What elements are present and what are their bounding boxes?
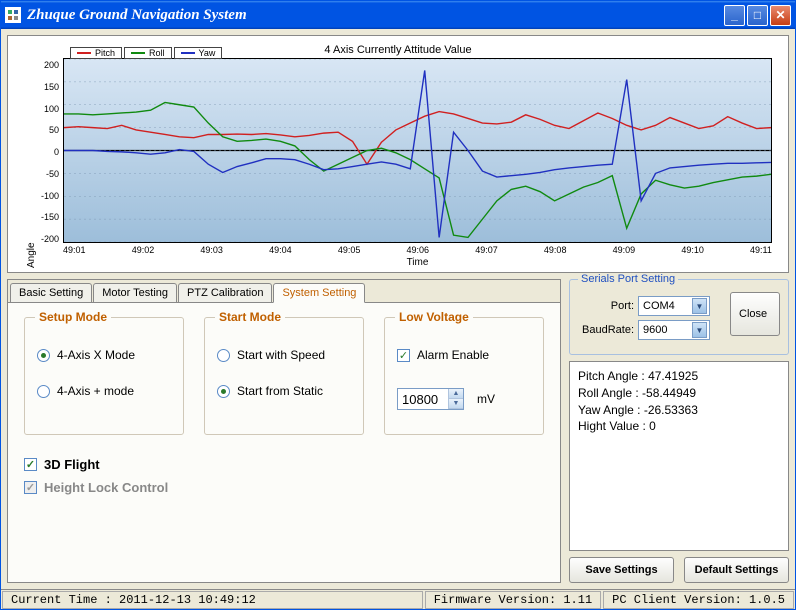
radio-label: Start with Speed bbox=[237, 348, 325, 362]
baud-value: 9600 bbox=[643, 324, 667, 336]
radio-icon[interactable] bbox=[37, 349, 50, 362]
tab-ptz-calibration[interactable]: PTZ Calibration bbox=[178, 283, 272, 302]
port-value: COM4 bbox=[643, 300, 675, 312]
pitch-value: 47.41925 bbox=[648, 369, 698, 383]
app-icon bbox=[5, 7, 21, 23]
chevron-down-icon[interactable]: ▼ bbox=[692, 322, 707, 338]
right-column: Serials Port Setting Port: COM4 ▼ BaudRa… bbox=[569, 279, 789, 583]
height-value: 0 bbox=[649, 419, 656, 433]
group-title: Start Mode bbox=[215, 310, 285, 324]
radio-icon[interactable] bbox=[217, 385, 230, 398]
legend-pitch: Pitch bbox=[70, 47, 122, 59]
roll-label: Roll Angle : bbox=[578, 386, 639, 400]
checkbox-label: Height Lock Control bbox=[44, 480, 168, 495]
checkbox-icon[interactable] bbox=[397, 349, 410, 362]
close-port-button[interactable]: Close bbox=[730, 292, 780, 336]
radio-start-static[interactable]: Start from Static bbox=[217, 384, 351, 398]
button-row: Save Settings Default Settings bbox=[569, 557, 789, 583]
radio-label: 4-Axis X Mode bbox=[57, 348, 135, 362]
radio-label: 4-Axis + mode bbox=[57, 384, 134, 398]
chart-xlabel: Time bbox=[63, 257, 772, 268]
roll-value: -58.44949 bbox=[642, 386, 696, 400]
telemetry-panel: Pitch Angle : 47.41925 Roll Angle : -58.… bbox=[569, 361, 789, 551]
radio-label: Start from Static bbox=[237, 384, 323, 398]
default-settings-button[interactable]: Default Settings bbox=[684, 557, 789, 583]
port-label: Port: bbox=[578, 300, 634, 312]
bottom-checks: 3D Flight Height Lock Control bbox=[24, 449, 544, 503]
spinner-buttons[interactable]: ▲▼ bbox=[448, 389, 463, 409]
tab-system-setting: Setup Mode 4-Axis X Mode 4-Axis + mode bbox=[8, 302, 560, 582]
height-label: Hight Value : bbox=[578, 419, 646, 433]
chevron-down-icon[interactable]: ▼ bbox=[692, 298, 707, 314]
save-settings-button[interactable]: Save Settings bbox=[569, 557, 674, 583]
tabs-panel: Basic SettingMotor TestingPTZ Calibratio… bbox=[7, 279, 561, 583]
checkbox-icon[interactable] bbox=[24, 458, 37, 471]
radio-icon[interactable] bbox=[217, 349, 230, 362]
group-title: Setup Mode bbox=[35, 310, 111, 324]
voltage-spinner[interactable]: ▲▼ bbox=[397, 388, 464, 410]
pitch-label: Pitch Angle : bbox=[578, 369, 645, 383]
tabstrip: Basic SettingMotor TestingPTZ Calibratio… bbox=[8, 280, 560, 302]
voltage-unit: mV bbox=[477, 392, 495, 406]
baud-label: BaudRate: bbox=[578, 324, 634, 336]
checkbox-label: 3D Flight bbox=[44, 457, 100, 472]
port-combo[interactable]: COM4 ▼ bbox=[638, 296, 710, 316]
low-voltage-group: Low Voltage Alarm Enable ▲▼ mV bbox=[384, 317, 544, 435]
chart-panel: 4 Axis Currently Attitude Value Angle 20… bbox=[7, 35, 789, 273]
app-window: Zhuque Ground Navigation System _ □ ✕ 4 … bbox=[0, 0, 796, 610]
yaw-value: -26.53363 bbox=[644, 403, 698, 417]
voltage-spinner-row: ▲▼ mV bbox=[397, 388, 531, 410]
radio-icon[interactable] bbox=[37, 385, 50, 398]
baud-combo[interactable]: 9600 ▼ bbox=[638, 320, 710, 340]
radio-4axis-plus[interactable]: 4-Axis + mode bbox=[37, 384, 171, 398]
radio-start-speed[interactable]: Start with Speed bbox=[217, 348, 351, 362]
client-area: 4 Axis Currently Attitude Value Angle 20… bbox=[1, 29, 795, 589]
chart-xticks: 49:0149:0249:0349:0449:0549:0649:0749:08… bbox=[63, 243, 772, 257]
yaw-label: Yaw Angle : bbox=[578, 403, 640, 417]
maximize-button[interactable]: □ bbox=[747, 5, 768, 26]
lower-panel: Basic SettingMotor TestingPTZ Calibratio… bbox=[7, 279, 789, 583]
setup-mode-group: Setup Mode 4-Axis X Mode 4-Axis + mode bbox=[24, 317, 184, 435]
chart-plot[interactable]: PitchRollYaw bbox=[63, 58, 772, 243]
group-title: Serials Port Setting bbox=[578, 273, 678, 285]
baud-row: BaudRate: 9600 ▼ bbox=[578, 320, 722, 340]
spin-down-icon[interactable]: ▼ bbox=[449, 399, 463, 409]
minimize-button[interactable]: _ bbox=[724, 5, 745, 26]
legend-roll: Roll bbox=[124, 47, 172, 59]
status-time: Current Time : 2011-12-13 10:49:12 bbox=[2, 591, 423, 609]
checkbox-icon[interactable] bbox=[24, 481, 37, 494]
radio-4axis-x[interactable]: 4-Axis X Mode bbox=[37, 348, 171, 362]
close-button[interactable]: ✕ bbox=[770, 5, 791, 26]
status-firmware: Firmware Version: 1.11 bbox=[425, 591, 601, 609]
legend-yaw: Yaw bbox=[174, 47, 223, 59]
port-row: Port: COM4 ▼ bbox=[578, 296, 722, 316]
window-title: Zhuque Ground Navigation System bbox=[27, 7, 724, 24]
spin-up-icon[interactable]: ▲ bbox=[449, 389, 463, 399]
tab-basic-setting[interactable]: Basic Setting bbox=[10, 283, 92, 302]
checkbox-label: Alarm Enable bbox=[417, 348, 489, 362]
statusbar: Current Time : 2011-12-13 10:49:12 Firmw… bbox=[1, 589, 795, 609]
alarm-enable-check[interactable]: Alarm Enable bbox=[397, 348, 531, 362]
tab-system-setting[interactable]: System Setting bbox=[273, 283, 365, 303]
chart-yticks: 200150100500-50-100-150-200 bbox=[39, 58, 63, 268]
height-lock-check[interactable]: Height Lock Control bbox=[24, 480, 544, 495]
3d-flight-check[interactable]: 3D Flight bbox=[24, 457, 544, 472]
tab-motor-testing[interactable]: Motor Testing bbox=[93, 283, 177, 302]
chart-ylabel: Angle bbox=[24, 58, 39, 268]
chart-legend: PitchRollYaw bbox=[70, 47, 222, 59]
serial-port-group: Serials Port Setting Port: COM4 ▼ BaudRa… bbox=[569, 279, 789, 355]
voltage-input[interactable] bbox=[398, 389, 448, 409]
start-mode-group: Start Mode Start with Speed Start from S… bbox=[204, 317, 364, 435]
status-pc-client: PC Client Version: 1.0.5 bbox=[603, 591, 794, 609]
group-title: Low Voltage bbox=[395, 310, 473, 324]
titlebar[interactable]: Zhuque Ground Navigation System _ □ ✕ bbox=[1, 1, 795, 29]
window-controls: _ □ ✕ bbox=[724, 5, 791, 26]
